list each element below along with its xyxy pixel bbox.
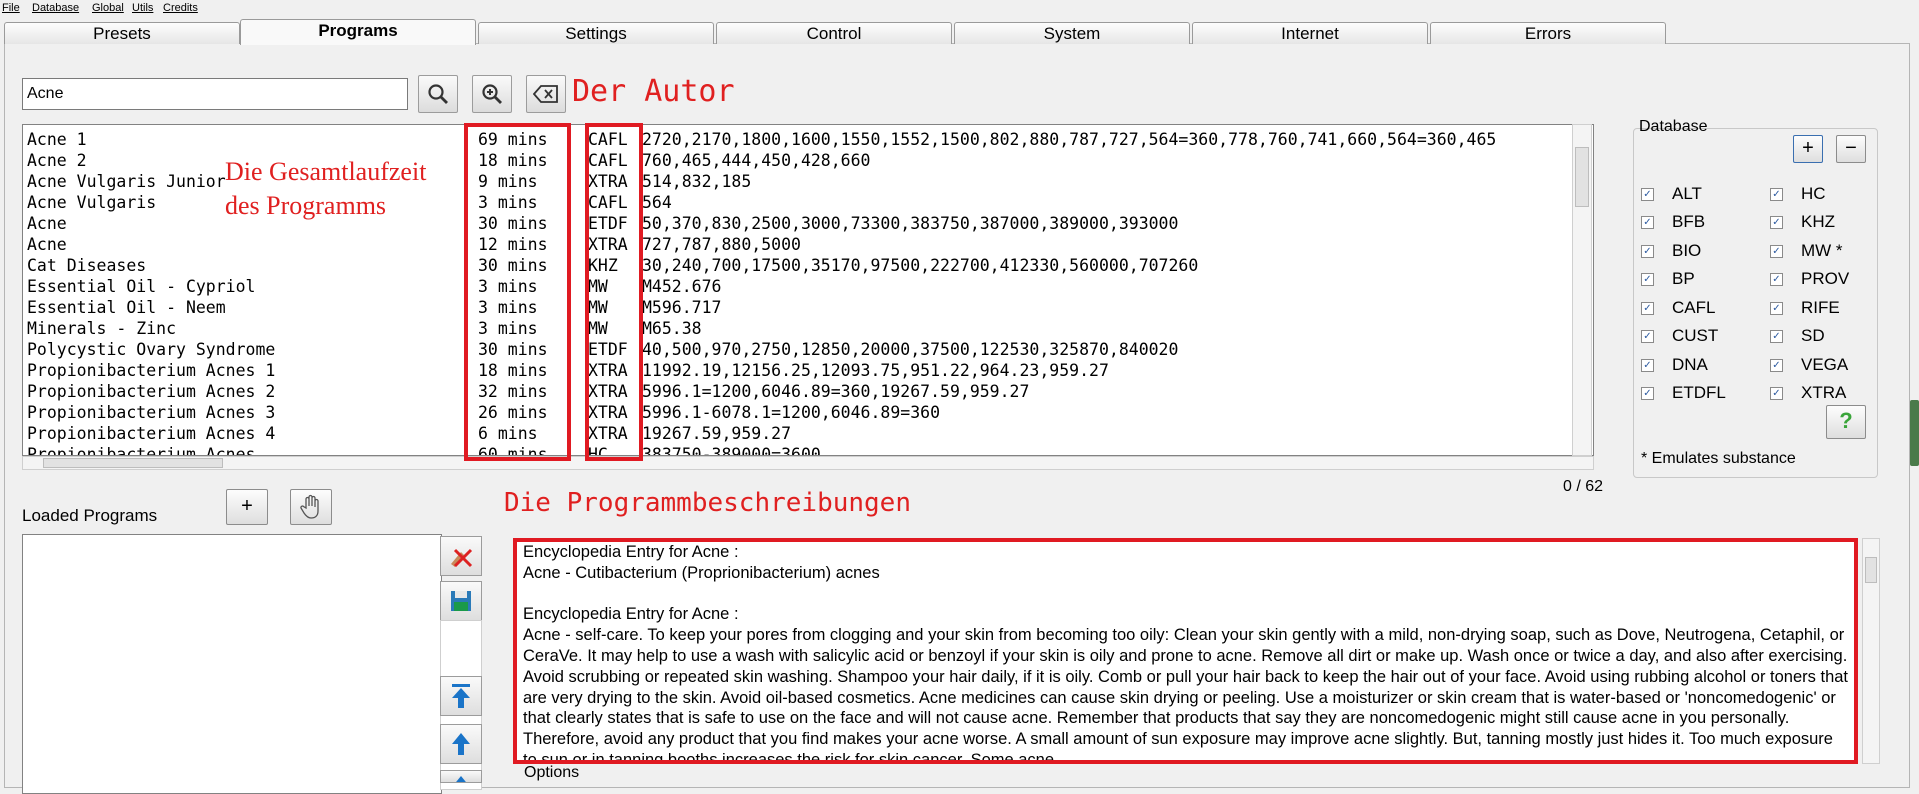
table-row[interactable]: Minerals - Zinc 3 mins MW M65.38 (23, 318, 1593, 339)
database-footnote: * Emulates substance (1641, 450, 1796, 467)
table-row[interactable]: Polycystic Ovary Syndrome 30 mins ETDF 40,5… (23, 339, 1593, 360)
backspace-icon (533, 85, 558, 103)
db-checkbox-cust[interactable]: ✓ CUST (1641, 326, 1718, 346)
menu-database[interactable]: Database (32, 2, 79, 14)
annotation-runtime: Die Gesamtlaufzeit des Programms (225, 155, 426, 223)
menu-global[interactable]: Global (92, 2, 124, 14)
program-list-hscrollbar[interactable] (22, 456, 1594, 470)
description-heading: Encyclopedia Entry for Acne : (523, 543, 739, 561)
table-row[interactable]: Essential Oil - Neem 3 mins MW M596.717 (23, 297, 1593, 318)
tab-programs[interactable]: Programs (240, 19, 476, 45)
search-input[interactable] (22, 78, 408, 110)
menu-utils[interactable]: Utils (132, 2, 153, 14)
program-list[interactable]: Acne 1 69 mins CAFL 2720,2170,1800,1600,155… (22, 124, 1594, 456)
menu-bar: File Database Global Utils Credits (0, 0, 1919, 18)
save-loaded-button[interactable] (440, 581, 482, 621)
tab-errors[interactable]: Errors (1430, 22, 1666, 44)
database-add-button[interactable]: + (1793, 135, 1823, 163)
db-checkbox-etdfl[interactable]: ✓ ETDFL (1641, 383, 1726, 403)
description-line: Acne - Cutibacterium (Proprionibacterium… (523, 563, 880, 582)
add-program-button[interactable]: + (226, 489, 268, 525)
db-checkbox-xtra[interactable]: ✓ XTRA (1770, 383, 1846, 403)
search-button[interactable] (418, 75, 458, 113)
tab-internet[interactable]: Internet (1192, 22, 1428, 44)
table-row[interactable]: Cat Diseases 30 mins KHZ 30,240,700,17500,3… (23, 255, 1593, 276)
table-row[interactable]: Propionibacterium Acnes 60 mins HC 383750-3… (23, 444, 1593, 455)
remove-loaded-button[interactable] (440, 536, 482, 576)
search-icon (428, 84, 448, 104)
arrow-to-top-icon (452, 684, 470, 708)
db-checkbox-sd[interactable]: ✓ SD (1770, 326, 1825, 346)
db-checkbox-bio[interactable]: ✓ BIO (1641, 241, 1701, 261)
tab-bar: Presets Programs Settings Control System… (0, 18, 1919, 45)
description-body: Acne - self-care. To keep your pores fro… (523, 626, 1849, 764)
stop-button[interactable] (290, 489, 332, 525)
clear-search-button[interactable] (526, 75, 566, 113)
db-checkbox-dna[interactable]: ✓ DNA (1641, 355, 1708, 375)
db-checkbox-mw[interactable]: ✓ MW * (1770, 241, 1843, 261)
db-checkbox-cafl[interactable]: ✓ CAFL (1641, 298, 1715, 318)
db-checkbox-hc[interactable]: ✓ HC (1770, 184, 1826, 204)
delete-brush-icon (451, 548, 473, 568)
db-checkbox-vega[interactable]: ✓ VEGA (1770, 355, 1848, 375)
database-remove-button[interactable]: − (1836, 135, 1866, 163)
description-heading: Encyclopedia Entry for Acne : (523, 605, 739, 624)
db-checkbox-rife[interactable]: ✓ RIFE (1770, 298, 1840, 318)
menu-credits[interactable]: Credits (163, 2, 198, 14)
db-checkbox-khz[interactable]: ✓ KHZ (1770, 212, 1835, 232)
annotation-author: Der Autor (572, 74, 735, 109)
annotation-runtime-line1: Die Gesamtlaufzeit (225, 157, 427, 186)
result-counter: 0 / 62 (1563, 478, 1604, 495)
loaded-programs-list[interactable] (22, 534, 442, 794)
scroll-thumb[interactable] (43, 458, 223, 468)
arrow-up-icon (455, 775, 467, 782)
db-checkbox-prov[interactable]: ✓ PROV (1770, 269, 1849, 289)
annotation-runtime-line2: des Programms (225, 191, 387, 220)
move-down-button[interactable] (440, 770, 482, 783)
database-title: Database (1639, 118, 1708, 135)
scroll-thumb[interactable] (1575, 147, 1589, 207)
tab-system[interactable]: System (954, 22, 1190, 44)
table-row[interactable]: Essential Oil - Cypriol 3 mins MW M452.676 (23, 276, 1593, 297)
zoom-in-icon (482, 84, 502, 104)
help-button[interactable]: ? (1826, 405, 1866, 439)
db-checkbox-bp[interactable]: ✓ BP (1641, 269, 1695, 289)
db-checkbox-bfb[interactable]: ✓ BFB (1641, 212, 1705, 232)
window-edge-handle (1910, 400, 1919, 466)
arrow-up-icon (452, 733, 470, 755)
tab-settings[interactable]: Settings (478, 22, 714, 44)
tab-control[interactable]: Control (716, 22, 952, 44)
menu-file[interactable]: File (2, 2, 20, 14)
help-icon: ? (1839, 408, 1853, 433)
program-description: Encyclopedia Entry for Acne : Acne - Cut… (513, 538, 1858, 764)
deep-search-button[interactable] (472, 75, 512, 113)
table-row[interactable]: Propionibacterium Acnes 2 32 mins XTRA 5996… (23, 381, 1593, 402)
program-list-vscrollbar[interactable] (1572, 124, 1592, 456)
scroll-thumb[interactable] (1865, 557, 1877, 583)
options-label: Options (524, 764, 580, 781)
table-row[interactable]: Propionibacterium Acnes 46 mins XTRA 19267… (23, 423, 1593, 444)
table-row[interactable]: Propionibacterium Acnes 3 26 mins XTRA 5996… (23, 402, 1593, 423)
table-row[interactable]: Acne 1 69 mins CAFL 2720,2170,1800,1600,155… (23, 129, 1593, 150)
table-row[interactable]: Propionibacterium Acnes 1 18 mins XTRA 1199… (23, 360, 1593, 381)
table-row[interactable]: Acne 12 mins XTRA 727,787,880,5000 (23, 234, 1593, 255)
description-scrollbar[interactable] (1862, 538, 1880, 764)
save-icon (451, 591, 471, 611)
hand-icon (300, 494, 319, 519)
move-to-top-button[interactable] (440, 676, 482, 716)
loaded-programs-title: Loaded Programs (22, 506, 158, 525)
annotation-descriptions: Die Programmbeschreibungen (504, 488, 911, 518)
db-checkbox-alt[interactable]: ✓ ALT (1641, 184, 1702, 204)
move-up-button[interactable] (440, 724, 482, 764)
tab-presets[interactable]: Presets (4, 22, 240, 44)
